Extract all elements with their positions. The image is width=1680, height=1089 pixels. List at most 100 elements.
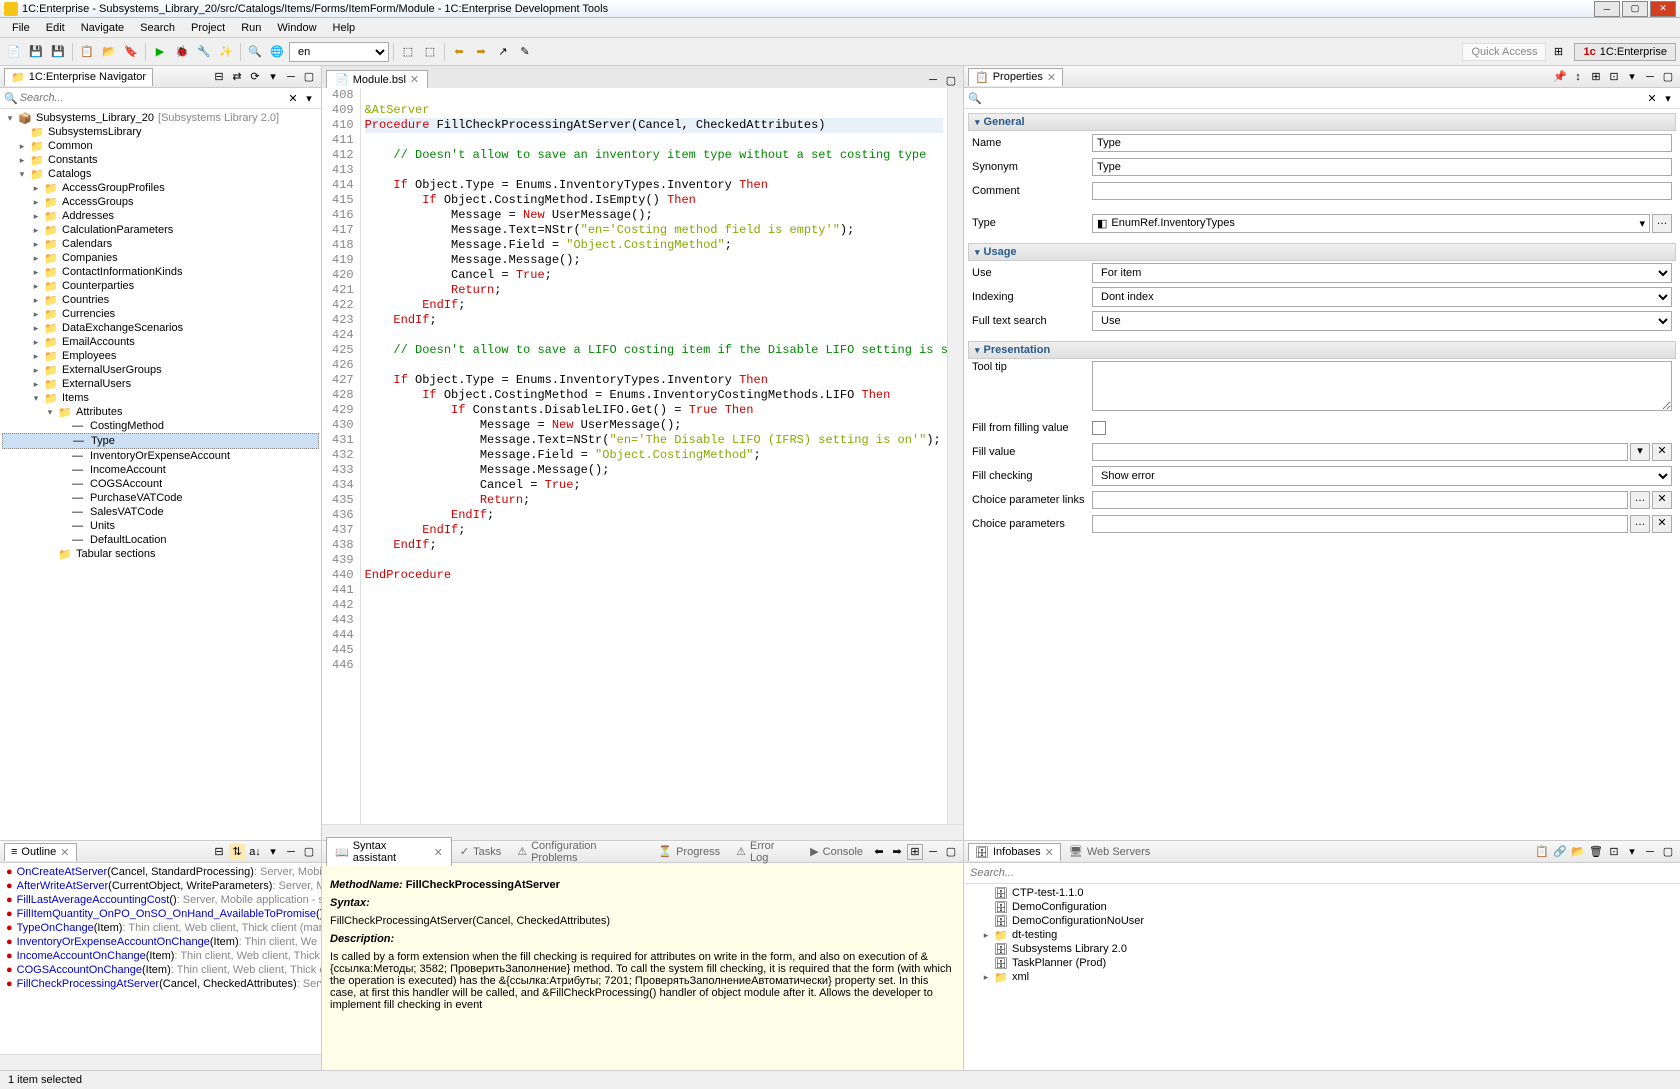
navigator-tab[interactable]: 📁 1C:Enterprise Navigator [4, 68, 153, 86]
code-body[interactable]: &AtServerProcedure FillCheckProcessingAt… [361, 88, 947, 824]
syntax-tab[interactable]: ▶Console [802, 837, 871, 866]
external-button[interactable]: ↗ [493, 42, 513, 62]
tree-node[interactable]: —IncomeAccount [2, 463, 319, 477]
navigator-tree[interactable]: ▾📦Subsystems_Library_20[Subsystems Libra… [0, 109, 321, 840]
tree-node[interactable]: —Units [2, 519, 319, 533]
clear-filter-button[interactable]: ✕ [1644, 90, 1660, 106]
view-menu-button[interactable]: ▾ [265, 69, 281, 85]
outline-tool-1[interactable]: ⊟ [211, 844, 227, 860]
tree-node[interactable]: ▸📁AccessGroupProfiles [2, 181, 319, 195]
minimize-panel-button[interactable]: ─ [283, 69, 299, 85]
close-button[interactable]: ✕ [1650, 1, 1676, 17]
collapse-all-button[interactable]: ⊟ [211, 69, 227, 85]
maximize-button[interactable]: ▢ [1622, 1, 1648, 17]
tree-node[interactable]: ▸📁Countries [2, 293, 319, 307]
webservers-tab[interactable]: 🖥 Web Servers [1061, 843, 1158, 860]
tree-node[interactable]: ▸📁Constants [2, 153, 319, 167]
outline-item[interactable]: ●InventoryOrExpenseAccountOnChange(Item)… [2, 935, 319, 949]
categorize-button[interactable]: ⊞ [1588, 69, 1604, 85]
properties-filter-input[interactable] [982, 90, 1644, 106]
outline-item[interactable]: ●COGSAccountOnChange(Item) : Thin client… [2, 963, 319, 977]
editor-minimize-button[interactable]: ─ [925, 72, 941, 88]
tree-node[interactable]: ▸📁ExternalUsers [2, 377, 319, 391]
prop-comment-input[interactable] [1092, 182, 1672, 200]
maximize-panel-button[interactable]: ▢ [943, 844, 959, 860]
quick-access[interactable]: Quick Access [1462, 43, 1546, 61]
link-editor-button[interactable]: ⇄ [229, 69, 245, 85]
choiceparams-clear-button[interactable]: ✕ [1652, 515, 1672, 533]
infobase-item[interactable]: ▸📁xml [966, 970, 1678, 984]
navigator-search-input[interactable] [18, 90, 285, 106]
infobase-item[interactable]: 🗄TaskPlanner (Prod) [966, 956, 1678, 970]
outline-item[interactable]: ●TypeOnChange(Item) : Thin client, Web c… [2, 921, 319, 935]
prop-fulltext-select[interactable]: Use [1092, 311, 1672, 331]
properties-tab[interactable]: 📋 Properties ✕ [968, 68, 1063, 86]
perspective-button[interactable]: 1c1C:Enterprise [1574, 43, 1676, 61]
tree-node[interactable]: ▸📁EmailAccounts [2, 335, 319, 349]
tree-node[interactable]: —PurchaseVATCode [2, 491, 319, 505]
menu-run[interactable]: Run [233, 20, 269, 36]
infobase-tool-3[interactable]: 📂 [1570, 844, 1586, 860]
nav-button-1[interactable]: ⬚ [398, 42, 418, 62]
tree-root[interactable]: ▾📦Subsystems_Library_20[Subsystems Libra… [2, 111, 319, 125]
view-menu-button[interactable]: ▾ [1624, 844, 1640, 860]
bookmark-button[interactable]: 🔖 [121, 42, 141, 62]
tree-node[interactable]: ▸📁DataExchangeScenarios [2, 321, 319, 335]
infobase-item[interactable]: 🗄DemoConfiguration [966, 900, 1678, 914]
infobases-tab[interactable]: 🗄 Infobases ✕ [968, 843, 1061, 861]
infobase-item[interactable]: 🗄Subsystems Library 2.0 [966, 942, 1678, 956]
tree-node[interactable]: —InventoryOrExpenseAccount [2, 449, 319, 463]
view-menu-button[interactable]: ▾ [265, 844, 281, 860]
clear-search-button[interactable]: ✕ [285, 90, 301, 106]
language-select[interactable]: en [289, 42, 389, 62]
syntax-tab[interactable]: ⏳Progress [650, 837, 728, 866]
new-button[interactable]: 📄 [4, 42, 24, 62]
tree-node[interactable]: ▸📁Common [2, 139, 319, 153]
editor-vscrollbar[interactable] [947, 88, 963, 824]
search-toolbar-button[interactable]: 🔍 [245, 42, 265, 62]
prop-synonym-input[interactable] [1092, 158, 1672, 176]
tree-node[interactable]: ▾📁Items [2, 391, 319, 405]
menu-edit[interactable]: Edit [38, 20, 73, 36]
maximize-panel-button[interactable]: ▢ [301, 844, 317, 860]
outline-item[interactable]: ●OnCreateAtServer(Cancel, StandardProces… [2, 865, 319, 879]
menu-file[interactable]: File [4, 20, 38, 36]
infobase-tool-1[interactable]: 📋 [1534, 844, 1550, 860]
prop-fillfrom-checkbox[interactable] [1092, 421, 1106, 435]
close-tab-button[interactable]: ✕ [1047, 71, 1056, 84]
tree-node[interactable]: ▸📁Calendars [2, 237, 319, 251]
tree-node[interactable]: ▸📁Companies [2, 251, 319, 265]
back-button[interactable]: ⬅ [449, 42, 469, 62]
view-menu-button[interactable]: ▾ [1624, 69, 1640, 85]
nav-back-button[interactable]: ⬅ [871, 844, 887, 860]
close-tab-button[interactable]: ✕ [410, 73, 419, 86]
tools-button[interactable]: 🔧 [194, 42, 214, 62]
infobase-item[interactable]: ▸📁dt-testing [966, 928, 1678, 942]
tree-node[interactable]: ▸📁Counterparties [2, 279, 319, 293]
outline-sort-button[interactable]: a↓ [247, 844, 263, 860]
prop-indexing-select[interactable]: Dont index [1092, 287, 1672, 307]
infobase-tool-5[interactable]: ⊡ [1606, 844, 1622, 860]
tree-node[interactable]: ▸📁Currencies [2, 307, 319, 321]
nav-fwd-button[interactable]: ➡ [889, 844, 905, 860]
outline-tool-2[interactable]: ⇅ [229, 844, 245, 860]
infobase-item[interactable]: 🗄DemoConfigurationNoUser [966, 914, 1678, 928]
syntax-tab[interactable]: ⚠Configuration Problems [509, 837, 650, 866]
fillvalue-clear-button[interactable]: ✕ [1652, 443, 1672, 461]
refresh-button[interactable]: ⟳ [247, 69, 263, 85]
save-all-button[interactable]: 💾 [48, 42, 68, 62]
outline-item[interactable]: ●FillCheckProcessingAtServer(Cancel, Che… [2, 977, 319, 991]
minimize-button[interactable]: ─ [1594, 1, 1620, 17]
maximize-panel-button[interactable]: ▢ [301, 69, 317, 85]
edit-toolbar-button[interactable]: ✎ [515, 42, 535, 62]
editor-maximize-button[interactable]: ▢ [943, 72, 959, 88]
prop-type-field[interactable]: ◧EnumRef.InventoryTypes▾ [1092, 214, 1650, 233]
infobases-tree[interactable]: 🗄CTP-test-1.1.0🗄DemoConfiguration🗄DemoCo… [964, 884, 1680, 1070]
forward-button[interactable]: ➡ [471, 42, 491, 62]
menu-window[interactable]: Window [269, 20, 324, 36]
minimize-panel-button[interactable]: ─ [925, 844, 941, 860]
tree-node[interactable]: —CostingMethod [2, 419, 319, 433]
prop-fillvalue-input[interactable] [1092, 443, 1628, 461]
sort-button[interactable]: ↕ [1570, 69, 1586, 85]
save-button[interactable]: 💾 [26, 42, 46, 62]
